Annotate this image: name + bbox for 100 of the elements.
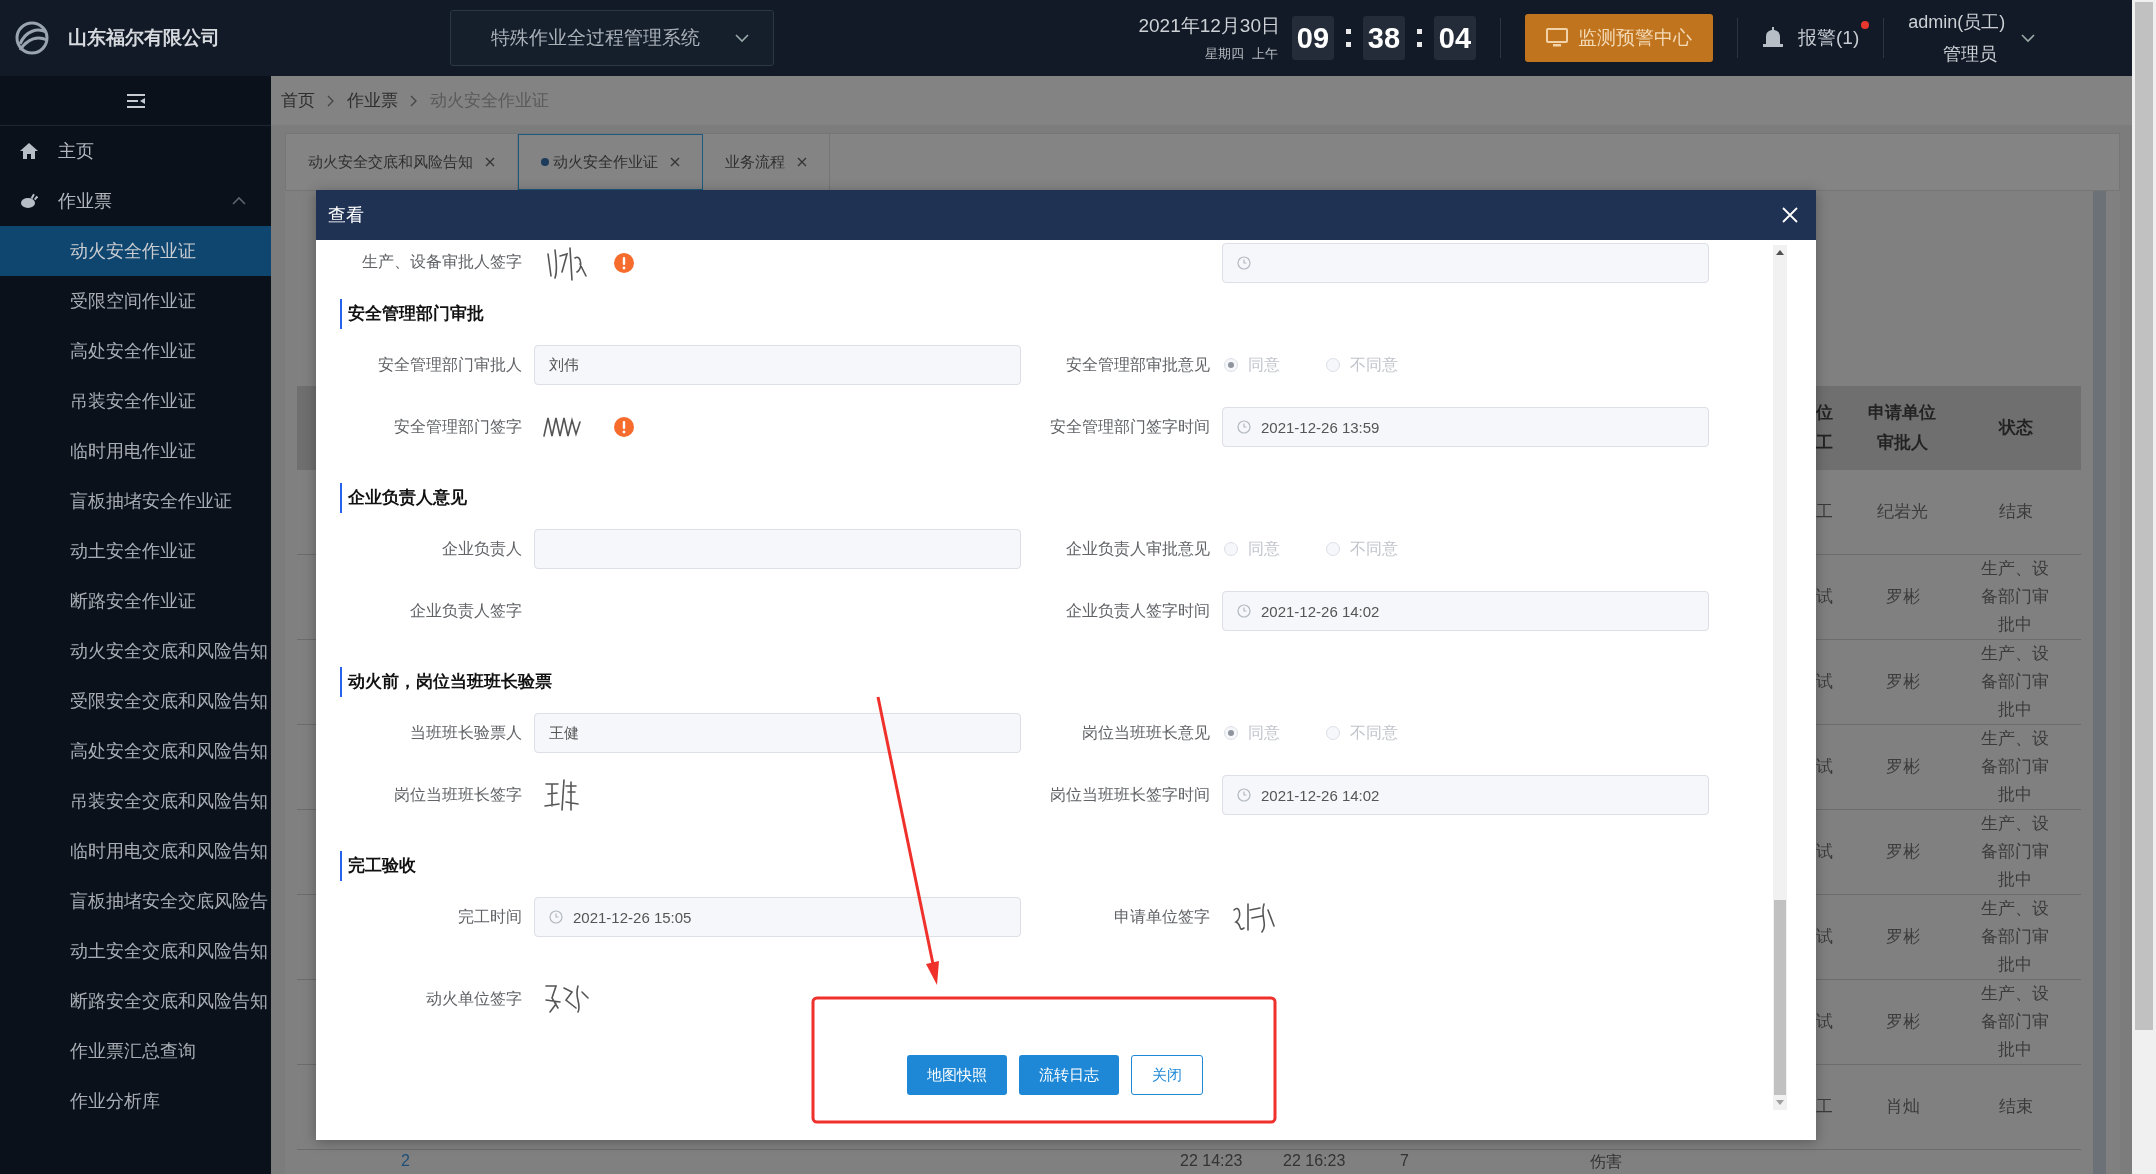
- sidebar-item[interactable]: 动土安全交底和风险告知: [0, 926, 271, 976]
- sidebar-item[interactable]: 断路安全作业证: [0, 576, 271, 626]
- date-field[interactable]: 2021-12-26 14:02: [1222, 591, 1709, 631]
- table-cell-text: 生产、设备部门审批中: [1980, 558, 2051, 636]
- field-label: 当班班长验票人: [409, 722, 522, 743]
- weekday-text: 星期四: [1205, 45, 1244, 63]
- table-cell-text: 工: [1816, 501, 1833, 523]
- system-select[interactable]: 特殊作业全过程管理系统: [450, 10, 774, 66]
- input-field[interactable]: [534, 529, 1021, 569]
- date-field[interactable]: [1222, 242, 1709, 283]
- breadcrumb-separator-icon: [327, 94, 335, 107]
- table-cell-text: 罗彬: [1885, 926, 1920, 948]
- company-name: 山东福尔有限公司: [68, 26, 220, 50]
- table-cell-text: 罗彬: [1885, 586, 1920, 608]
- breadcrumb-link[interactable]: 首页: [281, 89, 315, 112]
- scroll-arrow-icon[interactable]: [1776, 250, 1784, 255]
- sidebar-item[interactable]: 临时用电作业证: [0, 426, 271, 476]
- scroll-thumb[interactable]: [1774, 900, 1786, 1095]
- field-label: 企业负责人签字时间: [1065, 600, 1210, 621]
- sidebar-item[interactable]: 动土安全作业证: [0, 526, 271, 576]
- section-title: 动火前，岗位当班班长验票: [340, 667, 552, 697]
- clock-icon: [1237, 420, 1251, 434]
- scroll-thumb[interactable]: [2135, 2, 2153, 1030]
- bell-icon: [1762, 27, 1784, 49]
- action-button[interactable]: 流转日志: [1018, 1055, 1119, 1095]
- sidebar-item[interactable]: 主页: [0, 126, 271, 176]
- table-cell-text: 罗彬: [1885, 671, 1920, 693]
- table-cell-text: 试: [1816, 1011, 1833, 1033]
- user-name[interactable]: admin(员工): [1908, 10, 2006, 34]
- table-cell-text: 试: [1816, 586, 1833, 608]
- table-cell-text: 结束: [1998, 501, 2033, 523]
- input-field[interactable]: 刘伟: [534, 345, 1021, 385]
- table-cell-text: 试: [1816, 671, 1833, 693]
- sidebar-item[interactable]: 作业票汇总查询: [0, 1026, 271, 1076]
- clock-icon: [1237, 255, 1251, 270]
- sidebar-item[interactable]: 盲板抽堵安全作业证: [0, 476, 271, 526]
- scrollbar[interactable]: [1773, 245, 1787, 1110]
- sidebar-item[interactable]: 盲板抽堵安全交底风险告: [0, 876, 271, 926]
- sidebar-item[interactable]: 作业分析库: [0, 1076, 271, 1126]
- sidebar-item[interactable]: 受限空间作业证: [0, 276, 271, 326]
- field-label: 申请单位签字: [1113, 906, 1210, 927]
- field-label: 岗位当班班长意见: [1081, 722, 1210, 743]
- input-field[interactable]: 王健: [534, 713, 1021, 753]
- chevron-down-icon: [2021, 33, 2036, 43]
- table-cell-text: 试: [1816, 926, 1833, 948]
- active-dot: [541, 158, 549, 166]
- sidebar-item[interactable]: 临时用电交底和风险告知: [0, 826, 271, 876]
- sidebar-item[interactable]: 吊装安全交底和风险告知: [0, 776, 271, 826]
- table-cell-text: 生产、设备部门审批中: [1980, 728, 2051, 806]
- field-label: 企业负责人: [441, 538, 522, 559]
- close-icon: [797, 157, 807, 167]
- clock-icon: [1237, 788, 1251, 802]
- close-button[interactable]: 关闭: [1130, 1055, 1203, 1095]
- table-cell: 伤害: [1590, 1153, 1622, 1170]
- table-cell: 22 16:23: [1283, 1152, 1346, 1169]
- ticket-icon: [20, 193, 38, 209]
- scrollbar[interactable]: [2132, 0, 2156, 1174]
- sidebar-item[interactable]: 动火安全交底和风险告知: [0, 626, 271, 676]
- sidebar-item[interactable]: 高处安全作业证: [0, 326, 271, 376]
- column-header: 状态: [1998, 417, 2033, 439]
- table-cell-text: 生产、设备部门审批中: [1980, 983, 2051, 1061]
- clock-icon: [549, 910, 563, 924]
- table-cell: 7: [1400, 1152, 1409, 1169]
- action-button[interactable]: 地图快照: [906, 1055, 1007, 1095]
- date-field[interactable]: 2021-12-26 14:02: [1222, 775, 1709, 815]
- sidebar-item[interactable]: 受限安全交底和风险告知: [0, 676, 271, 726]
- tab[interactable]: 动火安全作业证: [518, 134, 703, 190]
- alarm-link[interactable]: 报警(1): [1798, 25, 1860, 51]
- field-label: 安全管理部门审批人: [377, 354, 522, 375]
- dialog-title: 查看: [328, 204, 364, 227]
- period-text: 上午: [1252, 45, 1278, 63]
- table-cell-text: 试: [1816, 756, 1833, 778]
- table-cell-text: 工: [1816, 1096, 1833, 1118]
- table-cell-text: 生产、设备部门审批中: [1980, 898, 2051, 976]
- sidebar-item[interactable]: 高处安全交底和风险告知: [0, 726, 271, 776]
- table-cell-text: 生产、设备部门审批中: [1980, 813, 2051, 891]
- logo-icon: [14, 20, 50, 56]
- column-header: 位工: [1816, 402, 1833, 454]
- close-icon: [670, 157, 680, 167]
- chevron-down-icon: [735, 33, 749, 43]
- table-cell-text: 纪岩光: [1877, 501, 1928, 523]
- sidebar-item[interactable]: 作业票: [0, 176, 271, 226]
- close-icon: [1782, 207, 1798, 223]
- field-label: 生产、设备审批人签字: [361, 252, 522, 272]
- table-cell-text: 生产、设备部门审批中: [1980, 643, 2051, 721]
- home-icon: [20, 143, 38, 159]
- table-cell-text: 罗彬: [1885, 841, 1920, 863]
- date-field[interactable]: 2021-12-26 13:59: [1222, 407, 1709, 447]
- sidebar-item[interactable]: 动火安全作业证: [0, 226, 271, 276]
- sidebar-item[interactable]: 吊装安全作业证: [0, 376, 271, 426]
- scrollbar[interactable]: [2093, 191, 2106, 1174]
- breadcrumb-link[interactable]: 作业票: [347, 89, 398, 112]
- breadcrumb-separator-icon: [410, 94, 418, 107]
- clock-digits: 38: [1363, 16, 1405, 60]
- sidebar-item[interactable]: 断路安全交底和风险告知: [0, 976, 271, 1026]
- field-label: 企业负责人审批意见: [1065, 538, 1210, 559]
- date-field[interactable]: 2021-12-26 15:05: [534, 897, 1021, 937]
- field-label: 完工时间: [457, 906, 522, 927]
- field-label: 安全管理部门签字时间: [1049, 416, 1210, 437]
- field-label: 岗位当班班长签字时间: [1049, 784, 1210, 805]
